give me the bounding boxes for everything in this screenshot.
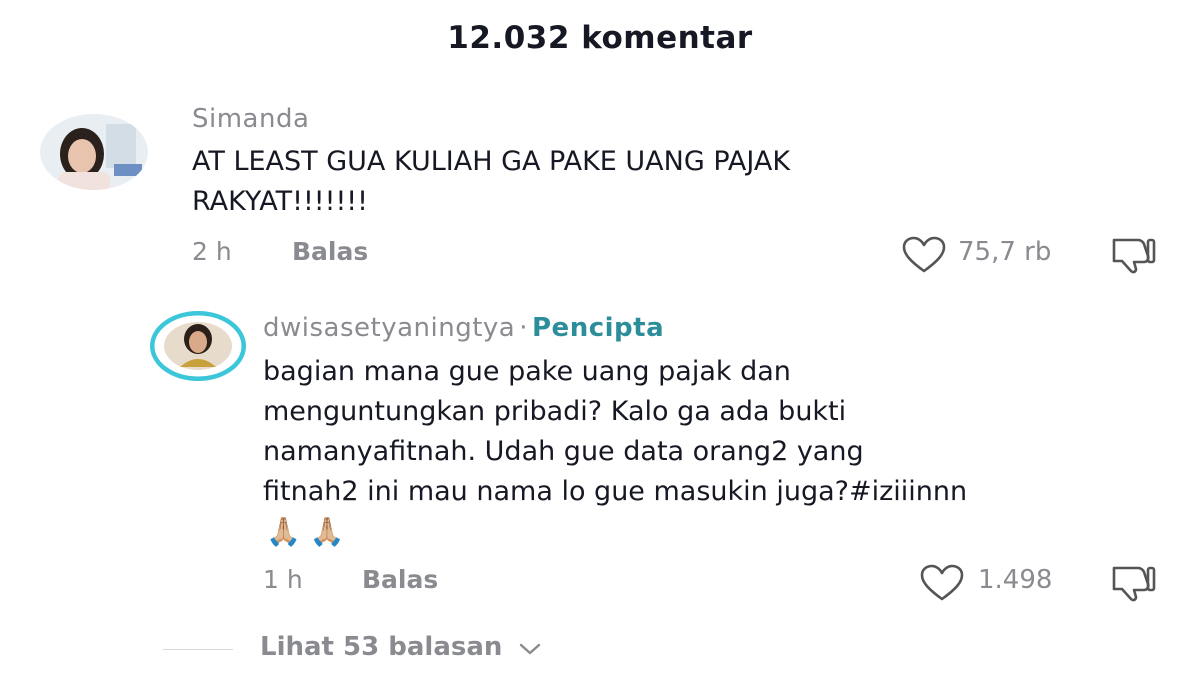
reply-timestamp: 1 h	[263, 565, 303, 594]
comment-text: AT LEAST GUA KULIAH GA PAKE UANG PAJAK R…	[192, 146, 791, 217]
comment-username[interactable]: Simanda	[192, 104, 309, 134]
creator-avatar[interactable]	[150, 311, 246, 381]
reply-username[interactable]: dwisasetyaningtya	[263, 313, 515, 343]
reply-button[interactable]: Balas	[362, 565, 438, 594]
reply-emoji: 🙏🏼 🙏🏼	[266, 515, 345, 548]
thumbs-down-icon[interactable]	[1108, 562, 1158, 606]
separator-dot: ·	[519, 313, 528, 343]
comments-count-title: 12.032 komentar	[447, 20, 753, 56]
comment-timestamp: 2 h	[192, 237, 232, 266]
reply-button[interactable]: Balas	[292, 237, 368, 266]
reply-username-line: dwisasetyaningtya · Pencipta	[263, 313, 664, 343]
creator-badge: Pencipta	[532, 313, 665, 343]
heart-outline-icon[interactable]	[900, 235, 948, 279]
like-count: 75,7 rb	[958, 237, 1052, 267]
heart-outline-icon[interactable]	[918, 563, 966, 607]
reply-text: bagian mana gue pake uang pajak dan meng…	[263, 356, 968, 507]
view-replies-label: Lihat 53 balasan	[260, 632, 503, 662]
view-replies-button[interactable]: Lihat 53 balasan	[260, 632, 541, 663]
replies-divider	[163, 649, 233, 650]
like-count: 1.498	[978, 565, 1053, 595]
avatar[interactable]	[40, 114, 148, 190]
thumbs-down-icon[interactable]	[1108, 234, 1158, 278]
chevron-down-icon	[519, 633, 541, 663]
